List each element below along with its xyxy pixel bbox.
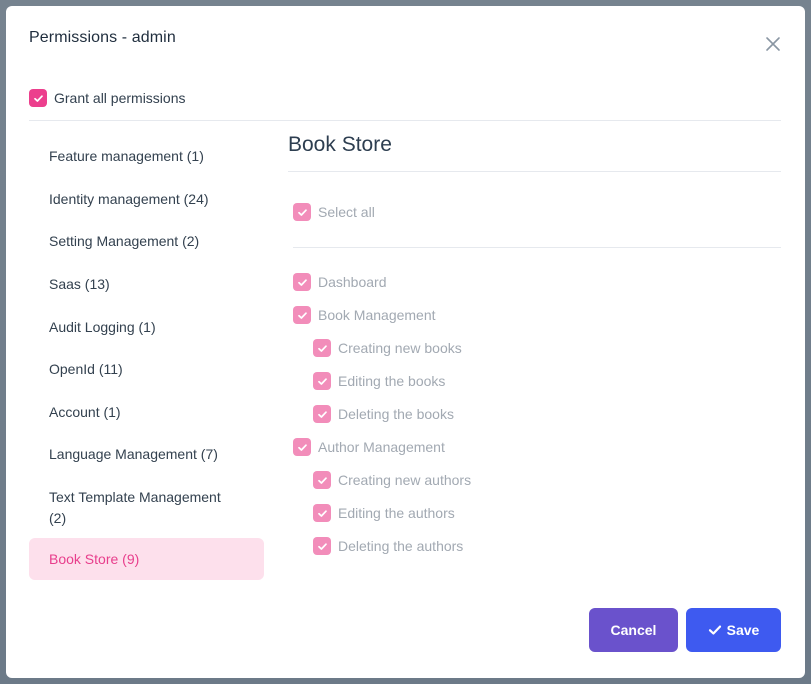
header-divider	[29, 120, 781, 121]
sidebar-item-openid[interactable]: OpenId (11)	[29, 359, 264, 380]
permission-checkbox[interactable]	[293, 438, 311, 456]
sidebar-item-book-store[interactable]: Book Store (9)	[29, 538, 264, 580]
permission-checkbox[interactable]	[313, 405, 331, 423]
permission-item[interactable]: Book Management	[293, 306, 436, 324]
panel-title: Book Store	[288, 133, 392, 156]
check-icon	[317, 410, 327, 418]
permission-checkbox[interactable]	[313, 372, 331, 390]
permission-label: Deleting the authors	[338, 538, 464, 554]
select-all-checkbox[interactable]	[293, 203, 311, 221]
permission-label: Editing the authors	[338, 505, 455, 521]
cancel-button-label: Cancel	[610, 622, 657, 638]
permission-item[interactable]: Deleting the books	[313, 405, 454, 423]
select-all-permissions[interactable]: Select all	[293, 203, 375, 221]
sidebar-item-identity-management[interactable]: Identity management (24)	[29, 189, 264, 210]
check-icon	[317, 509, 327, 517]
permission-label: Dashboard	[318, 274, 387, 290]
permission-item[interactable]: Editing the authors	[313, 504, 455, 522]
cancel-button[interactable]: Cancel	[589, 608, 678, 652]
check-icon	[297, 208, 307, 216]
grant-all-label: Grant all permissions	[54, 90, 186, 106]
permission-checkbox[interactable]	[293, 306, 311, 324]
permissions-modal: Permissions - admin Grant all permission…	[6, 6, 805, 678]
check-icon	[317, 344, 327, 352]
sidebar-item-setting-management[interactable]: Setting Management (2)	[29, 231, 264, 252]
check-icon	[297, 311, 307, 319]
permission-item[interactable]: Creating new books	[313, 339, 462, 357]
sidebar-item-audit-logging[interactable]: Audit Logging (1)	[29, 317, 264, 338]
close-icon[interactable]	[763, 34, 783, 54]
permission-item[interactable]: Dashboard	[293, 273, 387, 291]
check-icon	[708, 625, 721, 635]
permission-label: Editing the books	[338, 373, 446, 389]
permission-label: Deleting the books	[338, 406, 454, 422]
permission-item[interactable]: Author Management	[293, 438, 445, 456]
permission-label: Creating new authors	[338, 472, 472, 488]
check-icon	[297, 443, 307, 451]
permission-item[interactable]: Deleting the authors	[313, 537, 463, 555]
permission-label: Author Management	[318, 439, 445, 455]
select-all-divider	[293, 247, 781, 248]
check-icon	[317, 542, 327, 550]
modal-title: Permissions - admin	[29, 29, 176, 46]
sidebar-item-feature-management[interactable]: Feature management (1)	[29, 146, 264, 167]
sidebar-item-language-management[interactable]: Language Management (7)	[29, 444, 264, 465]
check-icon	[297, 278, 307, 286]
sidebar-item-account[interactable]: Account (1)	[29, 402, 264, 423]
permission-item[interactable]: Editing the books	[313, 372, 445, 390]
permission-checkbox[interactable]	[313, 339, 331, 357]
save-button-label: Save	[726, 622, 760, 638]
permission-checkbox[interactable]	[313, 504, 331, 522]
permission-checkbox[interactable]	[293, 273, 311, 291]
permission-label: Book Management	[318, 307, 436, 323]
permission-checkbox[interactable]	[313, 471, 331, 489]
sidebar-item-saas[interactable]: Saas (13)	[29, 274, 264, 295]
check-icon	[317, 377, 327, 385]
check-icon	[33, 94, 43, 102]
sidebar-item-text-template-management[interactable]: Text Template Management (2)	[29, 487, 244, 529]
panel-title-divider	[288, 171, 781, 172]
save-button[interactable]: Save	[686, 608, 781, 652]
check-icon	[317, 476, 327, 484]
permission-checkbox[interactable]	[313, 537, 331, 555]
select-all-label: Select all	[318, 204, 375, 220]
permission-label: Creating new books	[338, 340, 462, 356]
grant-all-permissions[interactable]: Grant all permissions	[29, 89, 186, 107]
grant-all-checkbox[interactable]	[29, 89, 47, 107]
permission-item[interactable]: Creating new authors	[313, 471, 471, 489]
